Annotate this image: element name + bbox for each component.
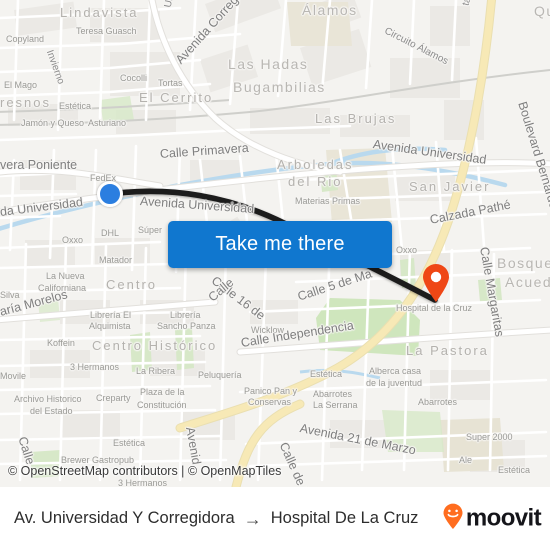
route-footer-bar: Av. Universidad Y Corregidora → Hospital… [0,487,550,550]
moovit-route-map-screen: LindavistaTeresa GuaschCopylandUniónAven… [0,0,550,550]
route-destination-label: Hospital De La Cruz [270,509,419,527]
origin-dot[interactable] [97,181,123,207]
route-origin-label: Av. Universidad Y Corregidora [14,509,235,527]
moovit-pin-icon [442,503,464,534]
moovit-wordmark: moovit [465,504,542,532]
arrow-right-icon: → [243,508,262,529]
destination-pin[interactable] [421,263,451,303]
map-attribution[interactable]: © OpenStreetMap contributors | © OpenMap… [8,464,281,478]
take-me-there-button[interactable]: Take me there [168,221,392,268]
take-me-there-label: Take me there [215,233,345,255]
moovit-logo[interactable]: moovit [442,503,542,534]
map-canvas[interactable]: LindavistaTeresa GuaschCopylandUniónAven… [0,0,550,487]
route-summary: Av. Universidad Y Corregidora → Hospital… [14,509,418,528]
